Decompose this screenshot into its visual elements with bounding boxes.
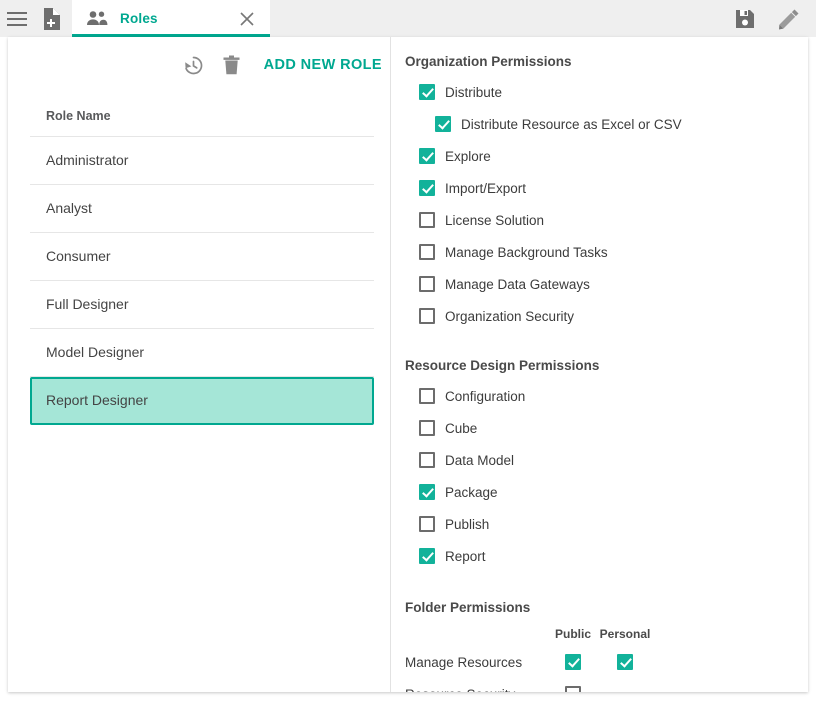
permission-label: Distribute xyxy=(445,85,502,100)
column-header-public: Public xyxy=(547,627,599,641)
checkbox-organization-security[interactable] xyxy=(419,308,435,324)
permission-label: Publish xyxy=(445,517,489,532)
permission-manage-background-tasks[interactable]: Manage Background Tasks xyxy=(405,236,808,268)
folder-permissions-grid: Public Personal Manage Resources Resourc… xyxy=(405,622,808,692)
checkbox-distribute[interactable] xyxy=(419,84,435,100)
permission-label: Distribute Resource as Excel or CSV xyxy=(461,117,682,132)
permission-cube[interactable]: Cube xyxy=(405,412,808,444)
roles-table-header: Role Name xyxy=(30,97,374,137)
permission-explore[interactable]: Explore xyxy=(405,140,808,172)
checkbox-explore[interactable] xyxy=(419,148,435,164)
content-card: ADD NEW ROLE Role Name Administrator Ana… xyxy=(8,37,808,692)
permission-manage-data-gateways[interactable]: Manage Data Gateways xyxy=(405,268,808,300)
permission-publish[interactable]: Publish xyxy=(405,508,808,540)
history-restore-icon[interactable] xyxy=(182,53,206,77)
folder-permissions-title: Folder Permissions xyxy=(405,600,808,615)
roles-table: Role Name Administrator Analyst Consumer… xyxy=(30,97,374,425)
table-row[interactable]: Consumer xyxy=(30,233,374,281)
roles-list-panel: ADD NEW ROLE Role Name Administrator Ana… xyxy=(8,37,390,692)
permission-configuration[interactable]: Configuration xyxy=(405,380,808,412)
tab-roles[interactable]: Roles xyxy=(72,0,270,37)
permission-label: Manage Background Tasks xyxy=(445,245,608,260)
folder-row-manage-resources: Manage Resources xyxy=(405,646,808,678)
checkbox-manage-resources-personal[interactable] xyxy=(617,654,633,670)
toolbar-right-actions xyxy=(728,0,816,37)
permission-label: Manage Data Gateways xyxy=(445,277,590,292)
table-row[interactable]: Analyst xyxy=(30,185,374,233)
roles-toolbar: ADD NEW ROLE xyxy=(182,53,382,77)
checkbox-cube[interactable] xyxy=(419,420,435,436)
permission-data-model[interactable]: Data Model xyxy=(405,444,808,476)
permission-label: Cube xyxy=(445,421,477,436)
permission-organization-security[interactable]: Organization Security xyxy=(405,300,808,332)
organization-permissions-title: Organization Permissions xyxy=(405,54,808,69)
checkbox-manage-resources-public[interactable] xyxy=(565,654,581,670)
checkbox-license-solution[interactable] xyxy=(419,212,435,228)
folder-row-label: Resource Security xyxy=(405,687,547,693)
table-row-selected[interactable]: Report Designer xyxy=(30,377,374,425)
table-row[interactable]: Model Designer xyxy=(30,329,374,377)
folder-row-label: Manage Resources xyxy=(405,655,547,670)
permission-distribute[interactable]: Distribute xyxy=(405,76,808,108)
checkbox-package[interactable] xyxy=(419,484,435,500)
checkbox-configuration[interactable] xyxy=(419,388,435,404)
save-icon[interactable] xyxy=(728,0,762,37)
permission-package[interactable]: Package xyxy=(405,476,808,508)
folder-row-resource-security: Resource Security xyxy=(405,678,808,692)
permission-label: Organization Security xyxy=(445,309,574,324)
hamburger-menu-icon[interactable] xyxy=(0,0,34,37)
trash-icon[interactable] xyxy=(220,53,244,77)
manage-resources-personal-cell xyxy=(599,654,651,670)
resource-design-permissions-title: Resource Design Permissions xyxy=(405,358,808,373)
permission-label: Configuration xyxy=(445,389,525,404)
permission-label: Package xyxy=(445,485,498,500)
close-icon[interactable] xyxy=(238,10,256,28)
checkbox-distribute-resource-excel-csv[interactable] xyxy=(435,116,451,132)
new-document-icon[interactable] xyxy=(34,0,68,37)
tab-label: Roles xyxy=(120,11,226,26)
checkbox-publish[interactable] xyxy=(419,516,435,532)
permission-label: Report xyxy=(445,549,486,564)
table-row[interactable]: Full Designer xyxy=(30,281,374,329)
manage-resources-public-cell xyxy=(547,654,599,670)
add-new-role-button[interactable]: ADD NEW ROLE xyxy=(264,57,382,73)
permission-import-export[interactable]: Import/Export xyxy=(405,172,808,204)
folder-permissions-header: Public Personal xyxy=(405,622,808,646)
checkbox-data-model[interactable] xyxy=(419,452,435,468)
checkbox-report[interactable] xyxy=(419,548,435,564)
resource-security-public-cell xyxy=(547,686,599,692)
permission-license-solution[interactable]: License Solution xyxy=(405,204,808,236)
people-icon xyxy=(86,11,108,26)
top-toolbar: Roles xyxy=(0,0,816,37)
permission-distribute-resource-excel-csv[interactable]: Distribute Resource as Excel or CSV xyxy=(405,108,808,140)
checkbox-import-export[interactable] xyxy=(419,180,435,196)
permissions-panel: Organization Permissions Distribute Dist… xyxy=(391,37,808,692)
column-header-personal: Personal xyxy=(599,627,651,641)
permission-report[interactable]: Report xyxy=(405,540,808,572)
permission-label: Explore xyxy=(445,149,491,164)
checkbox-manage-background-tasks[interactable] xyxy=(419,244,435,260)
checkbox-resource-security-public[interactable] xyxy=(565,686,581,692)
permission-label: Data Model xyxy=(445,453,514,468)
permission-label: License Solution xyxy=(445,213,544,228)
checkbox-manage-data-gateways[interactable] xyxy=(419,276,435,292)
table-row[interactable]: Administrator xyxy=(30,137,374,185)
edit-pencil-icon[interactable] xyxy=(772,0,806,37)
permission-label: Import/Export xyxy=(445,181,526,196)
